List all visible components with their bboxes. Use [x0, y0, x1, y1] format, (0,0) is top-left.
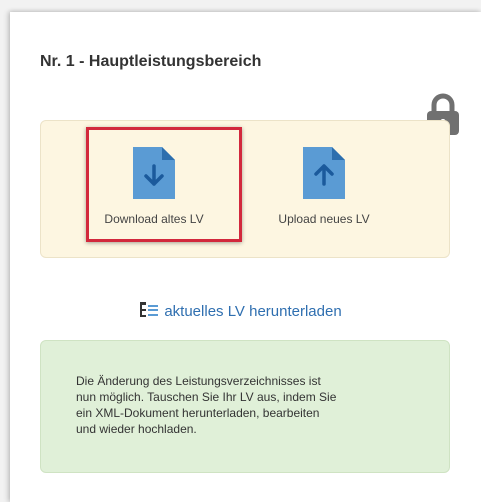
info-text-line: und wieder hochladen.: [76, 422, 197, 436]
info-text-line: nun möglich. Tauschen Sie Ihr LV aus, in…: [76, 390, 337, 404]
highlight-frame: [86, 127, 242, 242]
file-upload-icon: [254, 147, 394, 199]
upload-label: Upload neues LV: [278, 212, 370, 226]
download-current-lv-row: aktuelles LV herunterladen: [0, 302, 481, 322]
info-text-line: Die Änderung des Leistungsverzeichnisses…: [76, 374, 321, 388]
download-current-lv-link[interactable]: aktuelles LV herunterladen: [164, 303, 341, 320]
upload-new-lv-button[interactable]: Upload neues LV: [254, 147, 394, 243]
info-text-line: ein XML-Dokument herunterladen, bearbeit…: [76, 406, 320, 420]
panel-title: Nr. 1 - Hauptleistungsbereich: [40, 53, 262, 70]
info-alert: Die Änderung des Leistungsverzeichnisses…: [40, 340, 450, 473]
list-tree-icon: [139, 302, 159, 322]
